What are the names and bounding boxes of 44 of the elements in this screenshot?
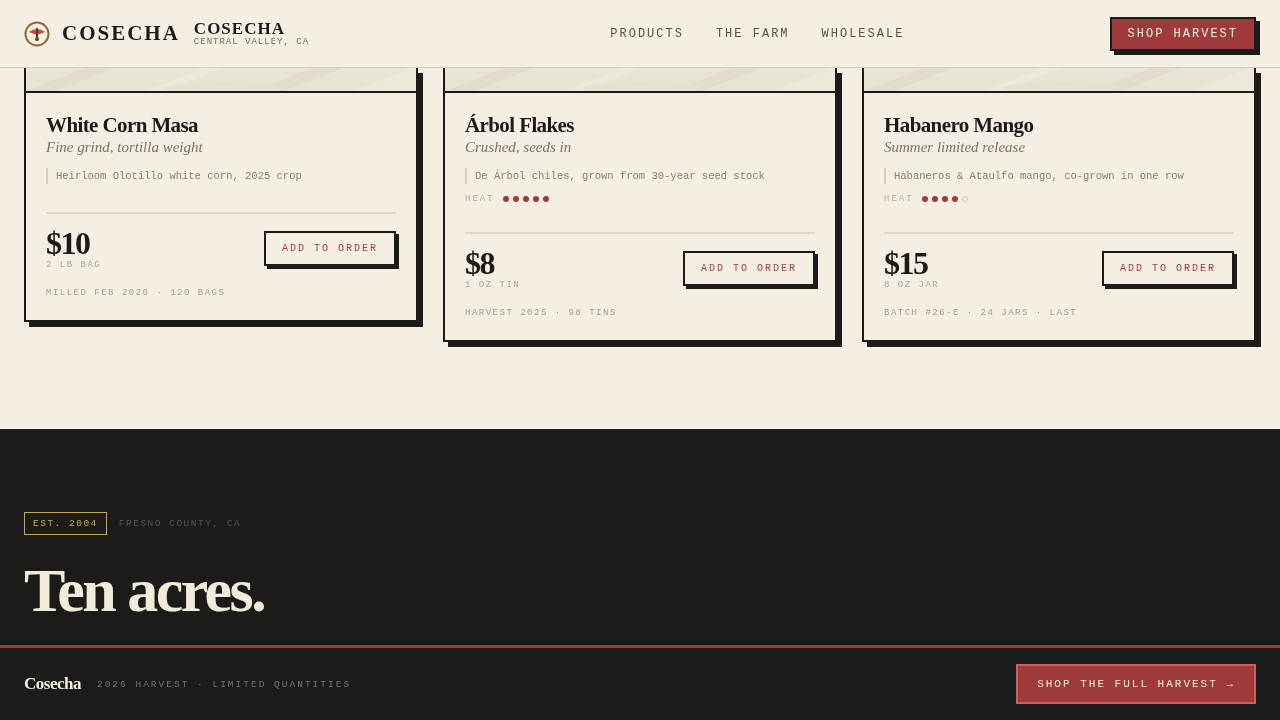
nav-link[interactable]: PRODUCTS <box>610 26 684 41</box>
heat-dot <box>941 196 948 202</box>
brand-name: COSECHA <box>62 21 180 46</box>
heat-dot <box>951 196 958 202</box>
product-subtitle: Fine grind, tortilla weight <box>46 139 204 156</box>
footer-brand: Cosecha <box>24 674 81 694</box>
add-to-order-button[interactable]: ADD TO ORDER <box>264 230 396 266</box>
product-note: De Árbol chiles, grown from 30-year seed stock <box>465 168 765 184</box>
heat-dot <box>532 196 539 202</box>
product-price: $10 <box>46 226 91 260</box>
product-unit: 2 LB BAG <box>46 260 102 270</box>
product-name: White Corn Masa <box>46 113 199 138</box>
brand-subtitle: CENTRAL VALLEY, CA <box>193 37 310 47</box>
product-name: Árbol Flakes <box>465 113 575 138</box>
heat-label: HEAT <box>465 194 495 204</box>
add-to-order-button[interactable]: ADD TO ORDER <box>683 250 815 286</box>
product-note: Heirloom Olotillo white corn, 2025 crop <box>46 168 302 184</box>
logo-icon <box>24 20 50 47</box>
product-subtitle: Crushed, seeds in <box>465 139 573 156</box>
product-unit: 1 OZ TIN <box>465 280 521 290</box>
heat-dot <box>512 196 519 202</box>
product-meta: BATCH #26-E · 24 JARS · LAST <box>884 308 1079 318</box>
add-to-order-button[interactable]: ADD TO ORDER <box>1102 250 1234 286</box>
product-name: Habanero Mango <box>884 113 1035 138</box>
heat-dot <box>921 196 928 202</box>
established-badge: EST. 2004 <box>24 512 107 535</box>
shop-full-harvest-button[interactable]: SHOP THE FULL HARVEST → <box>1016 664 1256 704</box>
headline: Ten acres. <box>24 559 266 621</box>
nav-link[interactable]: THE FARM <box>715 26 790 41</box>
product-price: $15 <box>884 246 929 280</box>
heat-dot <box>542 196 549 202</box>
product-note: Habaneros & Ataulfo mango, co-grown in one row <box>884 168 1184 184</box>
product-meta: HARVEST 2025 · 98 TINS <box>465 308 618 318</box>
heat-label: HEAT <box>884 194 914 204</box>
heat-dot <box>522 196 529 202</box>
product-price: $8 <box>465 246 496 280</box>
product-meta: MILLED FEB 2026 · 120 BAGS <box>46 288 227 298</box>
product-unit: 8 OZ JAR <box>884 280 940 290</box>
heat-dot <box>502 196 509 202</box>
product-subtitle: Summer limited release <box>884 139 1027 156</box>
footer-tagline: 2026 HARVEST · LIMITED QUANTITIES <box>96 678 353 690</box>
brand-title: COSECHA <box>193 20 286 37</box>
heat-dot <box>931 196 938 202</box>
nav-link[interactable]: WHOLESALE <box>821 26 905 41</box>
